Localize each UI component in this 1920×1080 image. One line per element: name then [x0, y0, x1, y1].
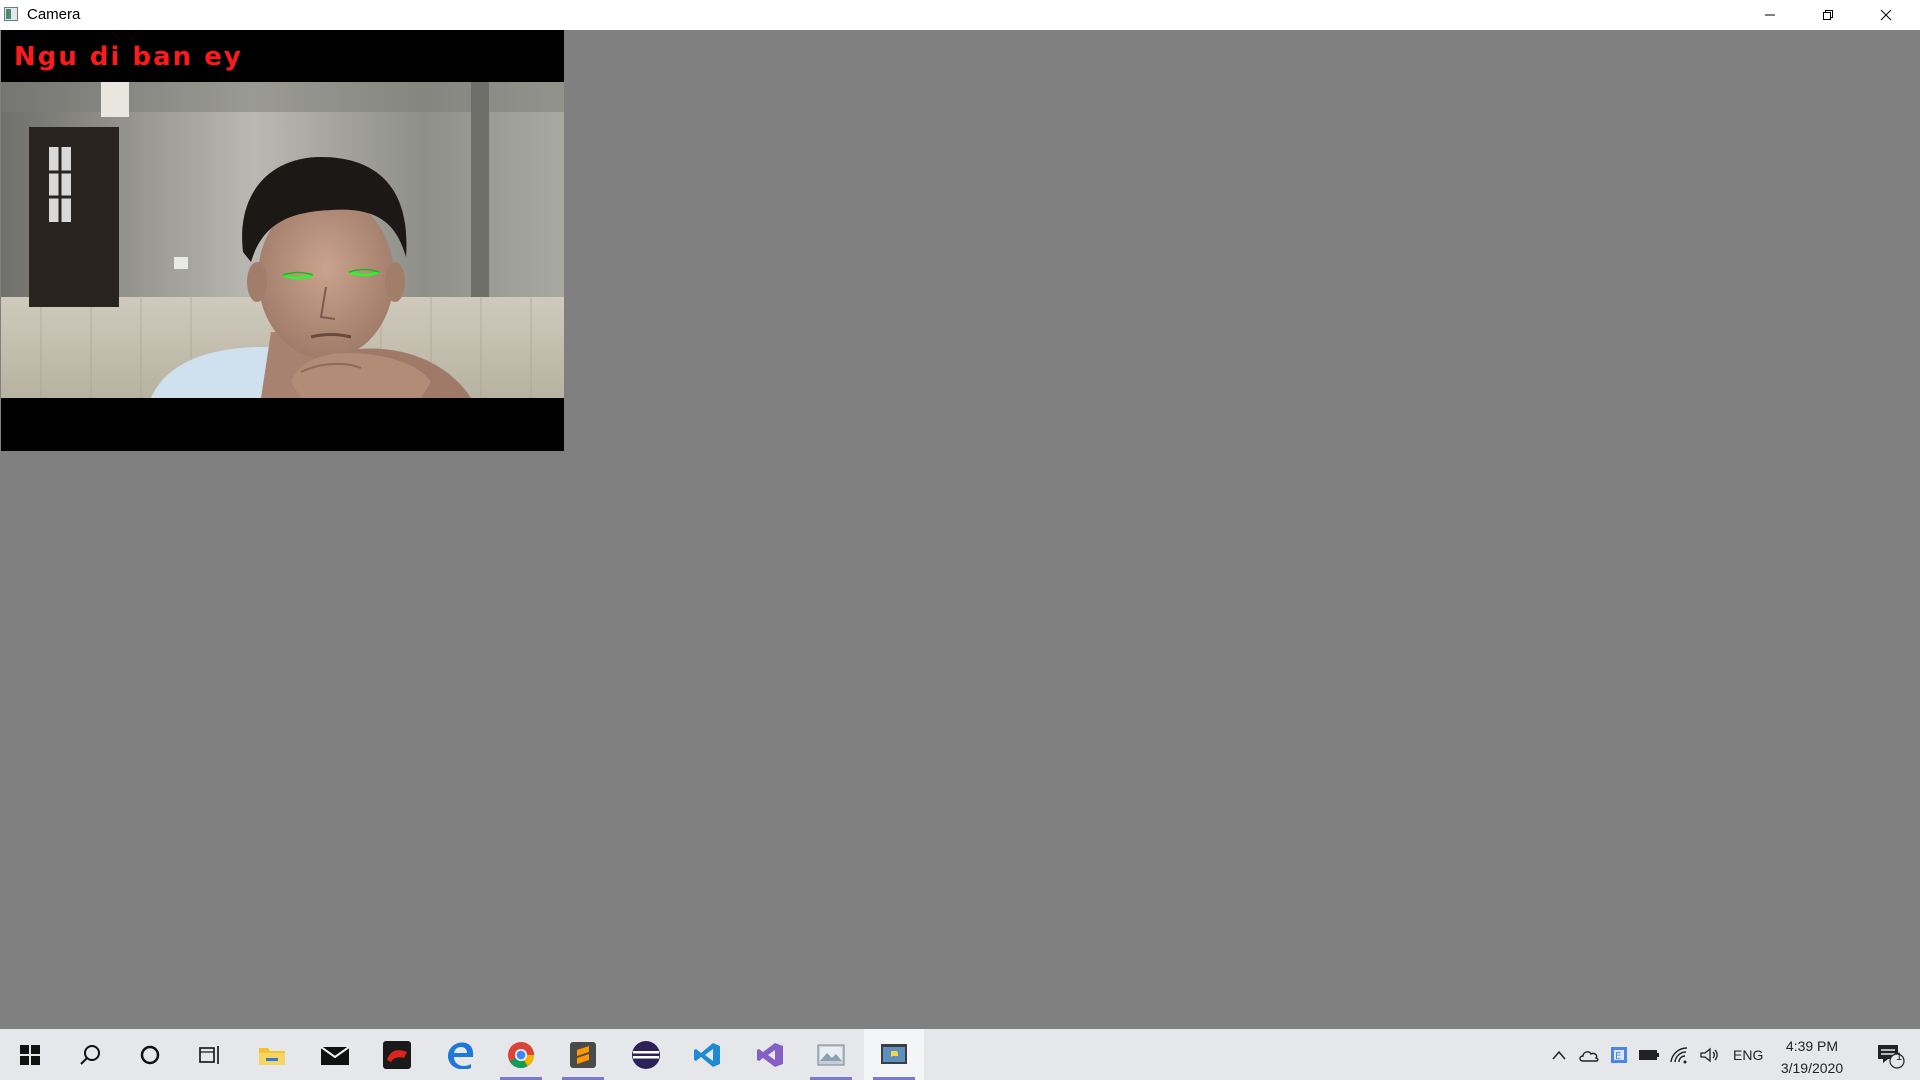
vscode-icon	[694, 1042, 720, 1067]
edge-button[interactable]	[430, 1029, 490, 1080]
input-language-indicator[interactable]: ENG	[1733, 1047, 1763, 1063]
volume-tray-button[interactable]	[1696, 1029, 1722, 1080]
file-explorer-button[interactable]	[242, 1029, 302, 1080]
folder-icon	[259, 1047, 285, 1065]
task-view-icon	[199, 1045, 219, 1064]
speaker-icon	[1700, 1047, 1718, 1062]
webcam-image	[1, 82, 564, 398]
game-app-button[interactable]	[367, 1029, 427, 1080]
search-icon	[80, 1044, 100, 1065]
notification-count-badge: 1	[1896, 1051, 1903, 1063]
camera-window-icon	[4, 7, 18, 21]
clock-time: 4:39 PM	[1785, 1038, 1839, 1054]
eclipse-button[interactable]	[616, 1029, 676, 1080]
keyboard-app-icon: E	[1611, 1046, 1627, 1063]
svg-text:E: E	[1615, 1051, 1621, 1062]
chrome-icon	[508, 1041, 535, 1068]
show-hidden-icons-button[interactable]	[1547, 1029, 1571, 1080]
photos-button[interactable]	[801, 1029, 861, 1080]
close-icon	[1880, 9, 1892, 21]
mail-icon	[320, 1045, 350, 1065]
wifi-icon	[1670, 1046, 1688, 1063]
input-tray-button[interactable]: E	[1606, 1029, 1632, 1080]
red-game-icon	[383, 1040, 411, 1069]
cloud-icon	[1579, 1050, 1599, 1062]
task-view-button[interactable]	[180, 1029, 240, 1080]
onedrive-tray-button[interactable]	[1576, 1029, 1602, 1080]
minimize-icon	[1765, 14, 1775, 16]
chevron-up-icon	[1552, 1050, 1566, 1059]
chrome-button[interactable]	[491, 1029, 551, 1080]
windows-logo-icon	[20, 1044, 40, 1065]
eclipse-icon	[632, 1040, 660, 1069]
clock[interactable]: 4:39 PM 3/19/2020	[1770, 1035, 1854, 1079]
restore-button[interactable]	[1799, 0, 1857, 30]
drowsiness-warning-text: Ngu di ban ey	[14, 42, 243, 72]
battery-icon	[1639, 1049, 1659, 1060]
window-title: Camera	[27, 6, 81, 23]
start-button[interactable]	[0, 1029, 60, 1080]
cortana-button[interactable]	[120, 1029, 180, 1080]
sublime-text-button[interactable]	[553, 1029, 613, 1080]
vscode-button[interactable]	[677, 1029, 737, 1080]
mail-button[interactable]	[305, 1029, 365, 1080]
python-window-button[interactable]	[864, 1029, 924, 1080]
image-viewer-icon	[817, 1044, 845, 1065]
search-button[interactable]	[60, 1029, 120, 1080]
visual-studio-icon	[757, 1042, 783, 1067]
sublime-icon	[570, 1041, 596, 1068]
minimize-button[interactable]	[1741, 0, 1799, 30]
network-tray-button[interactable]	[1666, 1029, 1692, 1080]
camera-frame: Ngu di ban ey	[1, 30, 564, 451]
edge-icon	[448, 1042, 473, 1069]
close-button[interactable]	[1857, 0, 1915, 30]
title-bar: Camera	[0, 0, 1920, 30]
webcam-scene	[1, 82, 564, 398]
battery-tray-button[interactable]	[1636, 1029, 1662, 1080]
action-center-button[interactable]: 1	[1866, 1029, 1914, 1080]
restore-icon	[1823, 10, 1833, 20]
visual-studio-button[interactable]	[740, 1029, 800, 1080]
cortana-circle-icon	[140, 1045, 160, 1064]
taskbar: E ENG 4:39 PM 3/19/2020 1	[0, 1029, 1920, 1080]
python-window-icon	[881, 1043, 907, 1064]
clock-date: 3/19/2020	[1780, 1060, 1844, 1076]
